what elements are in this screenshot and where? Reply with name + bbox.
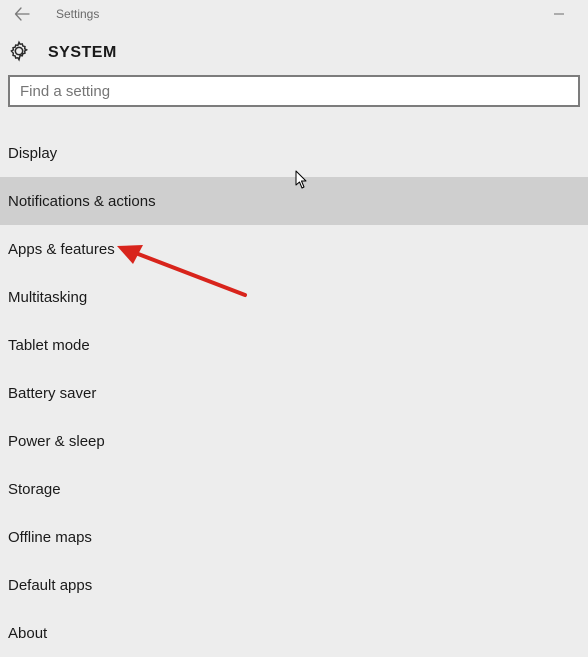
gear-icon	[8, 40, 30, 65]
nav-item-display[interactable]: Display	[0, 129, 588, 177]
nav-item-multitasking[interactable]: Multitasking	[0, 273, 588, 321]
search-wrap	[0, 75, 588, 107]
back-button[interactable]	[12, 4, 32, 24]
nav-item-label: Tablet mode	[8, 337, 90, 354]
nav-item-power-sleep[interactable]: Power & sleep	[0, 417, 588, 465]
search-input[interactable]	[8, 75, 580, 107]
nav-item-label: Apps & features	[8, 241, 115, 258]
nav-item-storage[interactable]: Storage	[0, 465, 588, 513]
page-header: SYSTEM	[0, 28, 588, 75]
window-title: Settings	[56, 7, 536, 21]
nav-item-offline-maps[interactable]: Offline maps	[0, 513, 588, 561]
nav-item-apps-features[interactable]: Apps & features	[0, 225, 588, 273]
nav-item-label: Notifications & actions	[8, 193, 156, 210]
nav-item-label: Power & sleep	[8, 433, 105, 450]
nav-item-label: Storage	[8, 481, 61, 498]
nav-item-battery-saver[interactable]: Battery saver	[0, 369, 588, 417]
nav-item-notifications-actions[interactable]: Notifications & actions	[0, 177, 588, 225]
arrow-left-icon	[14, 6, 30, 22]
nav-item-label: Battery saver	[8, 385, 96, 402]
nav-item-label: Multitasking	[8, 289, 87, 306]
nav-item-label: About	[8, 625, 47, 642]
page-title: SYSTEM	[48, 44, 117, 62]
nav-item-label: Offline maps	[8, 529, 92, 546]
nav-item-default-apps[interactable]: Default apps	[0, 561, 588, 609]
minimize-icon	[553, 8, 565, 20]
minimize-button[interactable]	[536, 0, 582, 28]
nav-item-tablet-mode[interactable]: Tablet mode	[0, 321, 588, 369]
nav-item-label: Default apps	[8, 577, 92, 594]
titlebar: Settings	[0, 0, 588, 28]
nav-list: Display Notifications & actions Apps & fea…	[0, 129, 588, 657]
nav-item-label: Display	[8, 145, 57, 162]
